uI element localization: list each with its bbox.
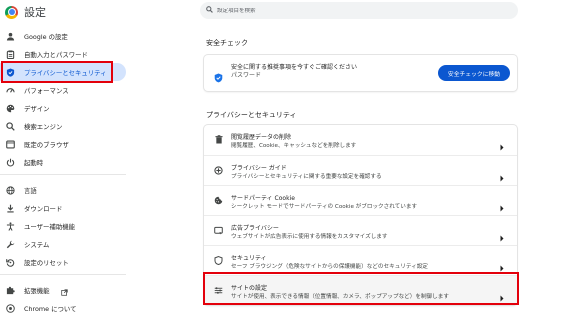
row-title: 広告プライバシー	[231, 225, 279, 232]
row-description: セーフ ブラウジング（危険なサイトからの保護機能）などのセキュリティ設定	[231, 264, 428, 270]
safety-check-heading: 安全チェック	[206, 39, 248, 47]
browser-icon	[6, 140, 15, 149]
trash-icon	[214, 135, 223, 144]
sidebar: 設定 Google の設定 自動入力とパスワード プライバシーとセキュリティ パ…	[0, 0, 126, 317]
chevron-right-icon	[499, 197, 505, 212]
open-external-icon	[60, 281, 68, 300]
sidebar-item-about-chrome[interactable]: Chrome について	[0, 299, 126, 317]
sidebar-divider	[0, 174, 126, 175]
row-description: 閲覧履歴、Cookie、キャッシュなどを削除します	[231, 143, 357, 149]
wrench-icon	[6, 240, 15, 249]
sidebar-item-on-startup[interactable]: 起動時	[0, 153, 126, 171]
page-title: 設定	[24, 6, 46, 19]
sidebar-item-label: 設定のリセット	[24, 258, 69, 267]
row-security[interactable]: セキュリティ セーフ ブラウジング（危険なサイトからの保護機能）などのセキュリテ…	[204, 245, 517, 275]
row-site-settings[interactable]: サイトの設定 サイトが使用、表示できる情報（位置情報、カメラ、ポップアップなど）…	[204, 275, 517, 305]
download-icon	[6, 204, 15, 213]
sidebar-item-search-engine[interactable]: 検索エンジン	[0, 117, 126, 135]
safety-check-card: 安全に関する推奨事項を今すぐご確認ください パスワード 安全チェックに移動	[204, 55, 517, 91]
search-icon	[6, 121, 15, 131]
sidebar-item-label: 起動時	[24, 158, 44, 167]
row-title: 閲覧履歴データの削除	[231, 134, 292, 141]
sidebar-item-accessibility[interactable]: ユーザー補助機能	[0, 217, 126, 235]
sidebar-item-label: デザイン	[24, 104, 50, 113]
chevron-right-icon	[499, 257, 505, 272]
sidebar-item-default-browser[interactable]: 既定のブラウザ	[0, 135, 126, 153]
row-description: サイトが使用、表示できる情報（位置情報、カメラ、ポップアップなど）を制御します	[231, 294, 449, 300]
sidebar-item-label: 言語	[24, 186, 37, 195]
palette-icon	[6, 104, 15, 113]
go-to-safety-check-button[interactable]: 安全チェックに移動	[438, 65, 510, 81]
sidebar-item-appearance[interactable]: デザイン	[0, 99, 126, 117]
sidebar-item-google[interactable]: Google の設定	[0, 27, 126, 45]
row-title: サイトの設定	[231, 285, 268, 292]
chevron-right-icon	[499, 167, 505, 182]
chevron-right-icon	[499, 136, 505, 151]
search-bar[interactable]	[200, 2, 518, 19]
privacy-card: 閲覧履歴データの削除 閲覧履歴、Cookie、キャッシュなどを削除します プライ…	[204, 125, 517, 305]
chrome-icon	[6, 303, 15, 313]
privacy-section-heading: プライバシーとセキュリティ	[206, 111, 297, 119]
sidebar-item-privacy[interactable]: プライバシーとセキュリティ	[0, 63, 126, 81]
sidebar-item-label: ダウンロード	[24, 204, 63, 213]
shield-outline-icon	[214, 256, 223, 265]
search-icon	[206, 6, 213, 15]
row-ad-privacy[interactable]: 広告プライバシー ウェブサイトが広告表示に使用する情報をカスタマイズします	[204, 215, 517, 245]
sidebar-item-label: ユーザー補助機能	[24, 222, 75, 231]
row-clear-browsing-data[interactable]: 閲覧履歴データの削除 閲覧履歴、Cookie、キャッシュなどを削除します	[204, 125, 517, 155]
cookie-icon	[214, 196, 223, 205]
person-icon	[6, 32, 15, 41]
sliders-icon	[214, 286, 223, 295]
row-title: プライバシー ガイド	[231, 165, 287, 172]
shield-icon	[6, 67, 15, 77]
sidebar-item-label: Google の設定	[24, 32, 68, 41]
sidebar-item-performance[interactable]: パフォーマンス	[0, 81, 126, 99]
sidebar-item-label: パフォーマンス	[24, 86, 69, 95]
sidebar-item-extensions[interactable]: 拡張機能	[0, 281, 126, 299]
sidebar-item-downloads[interactable]: ダウンロード	[0, 199, 126, 217]
power-icon	[6, 158, 15, 167]
row-third-party-cookies[interactable]: サードパーティ Cookie シークレット モードでサードパーティの Cooki…	[204, 185, 517, 215]
compass-plus-icon	[214, 166, 223, 175]
sidebar-item-reset[interactable]: 設定のリセット	[0, 253, 126, 271]
sidebar-item-autofill[interactable]: 自動入力とパスワード	[0, 45, 126, 63]
puzzle-icon	[6, 286, 15, 295]
chevron-right-icon	[499, 287, 505, 302]
ad-privacy-icon	[214, 226, 223, 235]
brand: 設定	[5, 3, 46, 21]
sidebar-divider	[0, 274, 126, 275]
row-title: セキュリティ	[231, 255, 267, 262]
clipboard-icon	[6, 49, 15, 59]
safety-check-text: 安全に関する推奨事項を今すぐご確認ください パスワード	[231, 64, 357, 80]
chevron-right-icon	[499, 227, 505, 242]
sidebar-item-languages[interactable]: 言語	[0, 181, 126, 199]
sidebar-item-label: システム	[24, 240, 50, 249]
globe-icon	[6, 185, 15, 195]
chrome-logo-icon	[5, 5, 18, 19]
row-description: ウェブサイトが広告表示に使用する情報をカスタマイズします	[231, 234, 388, 240]
sidebar-item-label: プライバシーとセキュリティ	[24, 68, 107, 77]
shield-check-icon	[214, 68, 223, 83]
row-description: プライバシーとセキュリティに関する重要な設定を確認する	[231, 174, 382, 180]
sidebar-item-label: 既定のブラウザ	[24, 140, 69, 149]
safety-check-row: 安全に関する推奨事項を今すぐご確認ください パスワード 安全チェックに移動	[204, 55, 517, 90]
safety-check-message: 安全に関する推奨事項を今すぐご確認ください	[231, 64, 358, 71]
sidebar-item-label: 検索エンジン	[24, 122, 63, 131]
row-title: サードパーティ Cookie	[231, 195, 295, 202]
sidebar-item-label: Chrome について	[24, 304, 77, 313]
accessibility-icon	[6, 221, 15, 231]
sidebar-item-label: 自動入力とパスワード	[24, 50, 88, 59]
row-description: シークレット モードでサードパーティの Cookie がブロックされています	[231, 204, 418, 210]
search-input[interactable]	[217, 7, 497, 14]
sidebar-item-system[interactable]: システム	[0, 235, 126, 253]
speedometer-icon	[6, 86, 15, 95]
safety-check-subtext: パスワード	[231, 72, 262, 79]
sidebar-item-label: 拡張機能	[24, 286, 50, 295]
row-privacy-guide[interactable]: プライバシー ガイド プライバシーとセキュリティに関する重要な設定を確認する	[204, 155, 517, 185]
reset-icon	[6, 258, 15, 267]
